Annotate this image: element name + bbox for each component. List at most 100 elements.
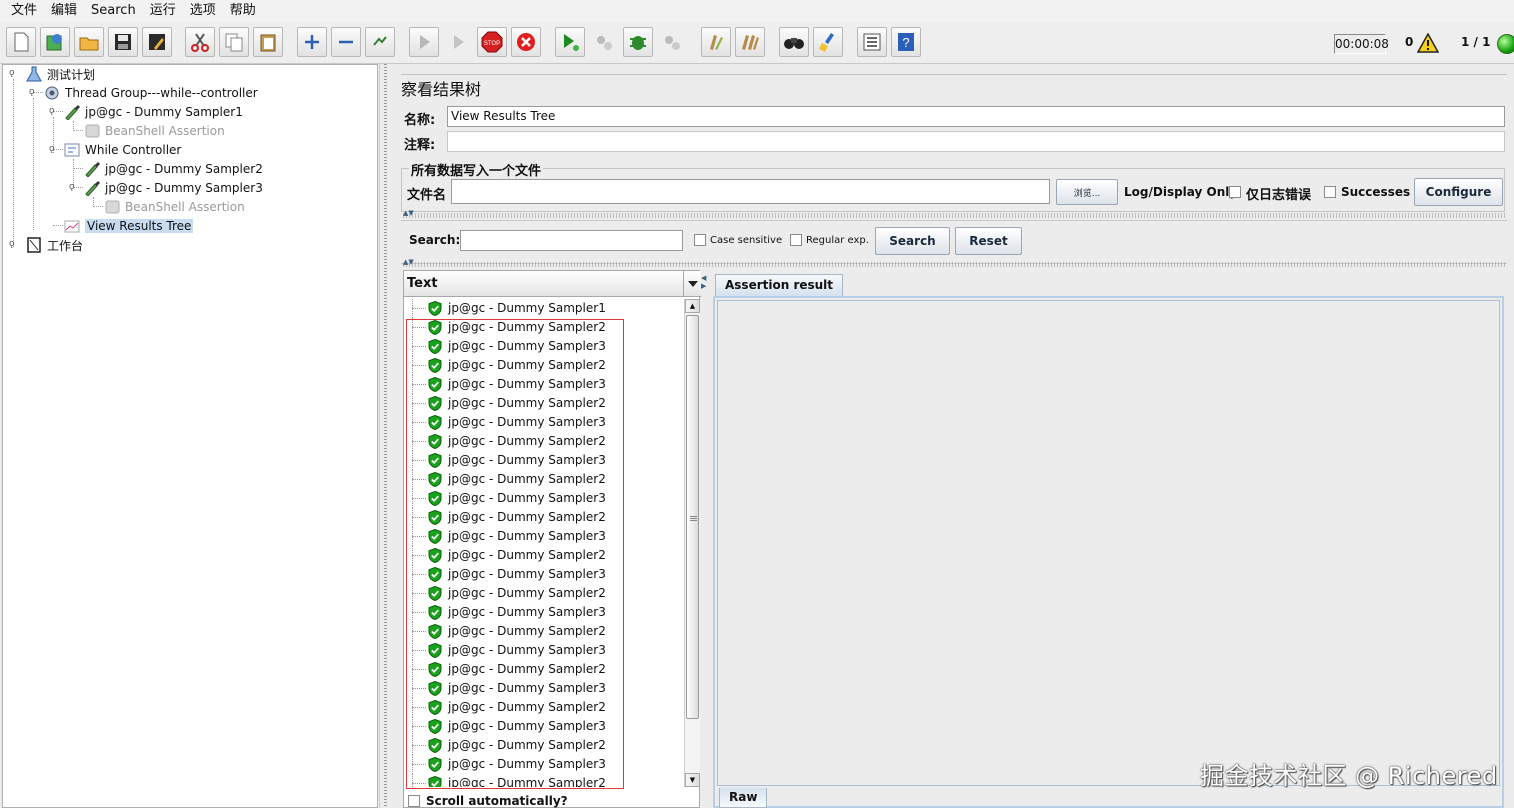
result-row[interactable]: jp@gc - Dummy Sampler2 [404,508,684,527]
copy-button[interactable] [219,27,249,57]
menu-run[interactable]: 运行 [143,0,183,22]
result-row[interactable]: jp@gc - Dummy Sampler3 [404,565,684,584]
filename-field[interactable] [451,179,1050,204]
start-no-pause-button[interactable] [443,27,473,57]
successes-checkbox[interactable] [1324,186,1336,198]
clear-all-button[interactable] [735,27,765,57]
tree-node-assertion2[interactable]: BeanShell Assertion [103,198,245,216]
tree-toggle-thread-group[interactable]: ǫ [29,88,38,97]
renderer-select[interactable]: Text [404,271,701,297]
reset-search-button[interactable] [813,27,843,57]
collapse-arrows-2[interactable]: ▲▼ [403,258,414,266]
tab-raw[interactable]: Raw [719,788,768,808]
stop-button[interactable]: STOP [477,27,507,57]
result-row[interactable]: jp@gc - Dummy Sampler3 [404,527,684,546]
main-splitter[interactable] [379,64,391,808]
expand-button[interactable] [297,27,327,57]
tree-toggle-sampler3[interactable]: ǫ [69,183,78,192]
function-helper-button[interactable] [857,27,887,57]
tab-assertion-result[interactable]: Assertion result [715,274,844,296]
paste-button[interactable] [253,27,283,57]
tree-node-thread-group[interactable]: Thread Group---while--controller [43,84,258,102]
result-row[interactable]: jp@gc - Dummy Sampler2 [404,546,684,565]
result-row[interactable]: jp@gc - Dummy Sampler2 [404,318,684,337]
result-row[interactable]: jp@gc - Dummy Sampler2 [404,774,684,787]
search-button[interactable] [779,27,809,57]
tree-node-results-tree[interactable]: View Results Tree [63,217,194,235]
start-button[interactable] [409,27,439,57]
regex-checkbox[interactable] [790,234,802,246]
tree-node-assertion1[interactable]: BeanShell Assertion [83,122,225,140]
result-row[interactable]: jp@gc - Dummy Sampler3 [404,679,684,698]
scroll-down-icon[interactable]: ▼ [685,773,700,787]
open-button[interactable] [74,27,104,57]
result-row[interactable]: jp@gc - Dummy Sampler2 [404,622,684,641]
comment-field[interactable] [447,131,1505,152]
divider-1[interactable] [403,213,1507,218]
result-row[interactable]: jp@gc - Dummy Sampler3 [404,375,684,394]
result-row[interactable]: jp@gc - Dummy Sampler3 [404,641,684,660]
result-row[interactable]: jp@gc - Dummy Sampler2 [404,736,684,755]
collapse-button[interactable] [331,27,361,57]
menu-search[interactable]: Search [84,0,143,22]
collapse-arrows-1[interactable]: ▲▼ [403,209,414,217]
result-row[interactable]: jp@gc - Dummy Sampler2 [404,660,684,679]
result-row[interactable]: jp@gc - Dummy Sampler2 [404,584,684,603]
search-button[interactable]: Search [875,227,950,255]
templates-button[interactable] [40,27,70,57]
case-sensitive-checkbox[interactable] [694,234,706,246]
tree-toggle-workbench[interactable]: ǫ [9,240,18,249]
result-row[interactable]: jp@gc - Dummy Sampler3 [404,755,684,774]
tree-toggle-test-plan[interactable]: ǫ [9,69,18,78]
result-row[interactable]: jp@gc - Dummy Sampler1 [404,299,684,318]
reset-button[interactable]: Reset [955,227,1022,255]
configure-button[interactable]: Configure [1414,178,1503,206]
tree-node-sampler2[interactable]: jp@gc - Dummy Sampler2 [83,160,263,178]
tree-toggle-sampler1[interactable]: ǫ [49,107,58,116]
results-splitter[interactable]: ◀ ▶ [700,270,711,808]
tree-node-sampler3[interactable]: jp@gc - Dummy Sampler3 [83,179,263,197]
assertion-result-area[interactable] [717,300,1500,786]
search-input[interactable] [460,230,683,251]
shutdown-button[interactable] [511,27,541,57]
save-button[interactable] [108,27,138,57]
result-row[interactable]: jp@gc - Dummy Sampler2 [404,394,684,413]
result-row[interactable]: jp@gc - Dummy Sampler3 [404,413,684,432]
tree-toggle-while[interactable]: ǫ [49,145,58,154]
scroll-thumb[interactable] [686,315,699,719]
tree-node-while-controller[interactable]: While Controller [63,141,181,159]
tree-node-test-plan[interactable]: 测试计划 [25,65,95,83]
result-row[interactable]: jp@gc - Dummy Sampler3 [404,489,684,508]
result-row[interactable]: jp@gc - Dummy Sampler2 [404,698,684,717]
remote-shutdown-button[interactable] [623,27,653,57]
help-button[interactable]: ? [891,27,921,57]
menu-edit[interactable]: 编辑 [44,0,84,22]
scroll-auto-checkbox[interactable] [408,795,420,807]
name-field[interactable]: View Results Tree [447,106,1505,127]
warning-icon[interactable] [1417,33,1439,53]
menu-file[interactable]: 文件 [4,0,44,22]
result-row[interactable]: jp@gc - Dummy Sampler2 [404,432,684,451]
result-row[interactable]: jp@gc - Dummy Sampler3 [404,451,684,470]
remote-start-button[interactable] [555,27,585,57]
clear-button[interactable] [701,27,731,57]
tree-node-sampler1[interactable]: jp@gc - Dummy Sampler1 [63,103,243,121]
remote-stop-button[interactable] [589,27,619,57]
scroll-up-icon[interactable]: ▲ [685,299,700,313]
save-as-button[interactable] [142,27,172,57]
tree-node-workbench[interactable]: 工作台 [25,236,83,254]
new-button[interactable] [6,27,36,57]
cut-button[interactable] [185,27,215,57]
menu-help[interactable]: 帮助 [223,0,263,22]
result-row[interactable]: jp@gc - Dummy Sampler3 [404,603,684,622]
browse-button[interactable]: 浏览... [1056,179,1118,205]
result-row[interactable]: jp@gc - Dummy Sampler3 [404,337,684,356]
divider-2[interactable] [403,262,1507,267]
result-row[interactable]: jp@gc - Dummy Sampler2 [404,470,684,489]
menu-options[interactable]: 选项 [183,0,223,22]
remote-exit-button[interactable] [657,27,687,57]
errors-only-checkbox[interactable] [1229,186,1241,198]
result-row[interactable]: jp@gc - Dummy Sampler2 [404,356,684,375]
result-list-scrollbar[interactable]: ▲ ▼ [684,299,700,787]
result-row[interactable]: jp@gc - Dummy Sampler3 [404,717,684,736]
